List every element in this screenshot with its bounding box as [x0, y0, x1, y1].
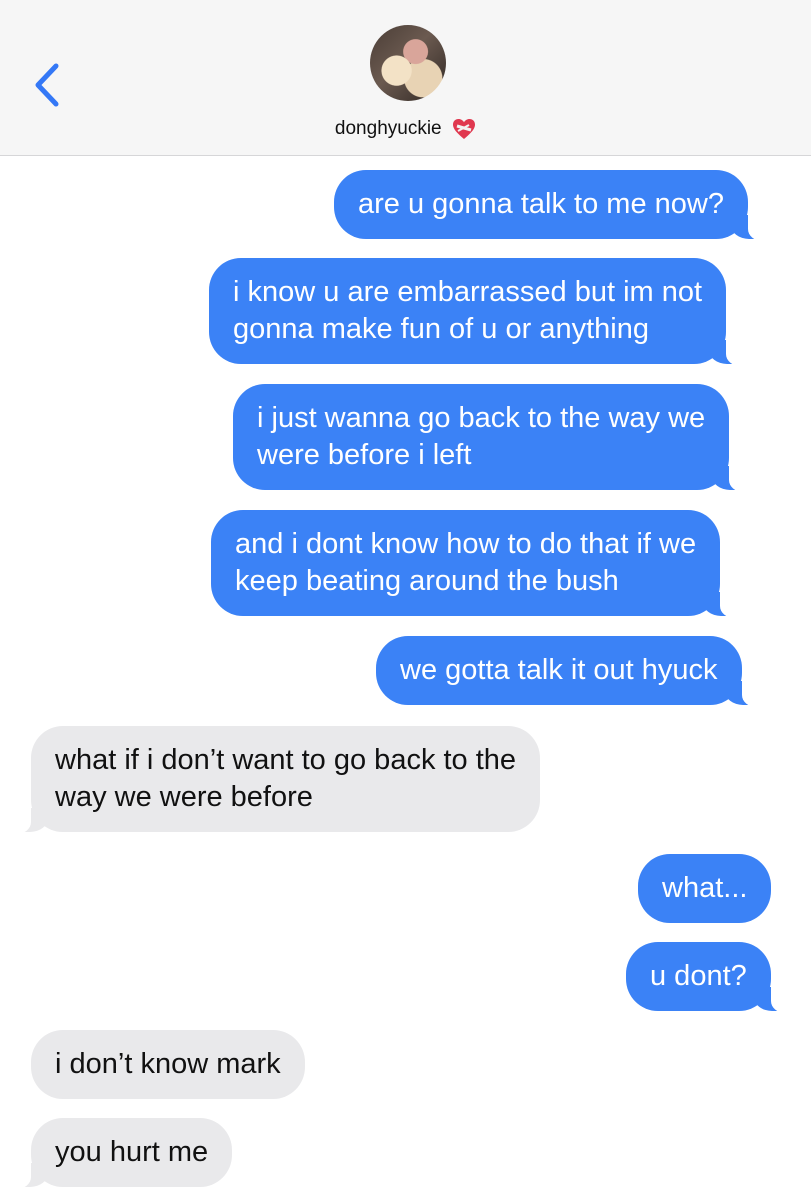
contact-name: donghyuckie: [334, 118, 442, 139]
message-text: and i dont know how to do that if we: [235, 528, 697, 560]
contact-avatar[interactable]: [370, 25, 446, 101]
message-text: u dont?: [650, 960, 747, 992]
message-bubble-sent[interactable]: u dont?: [626, 942, 797, 1013]
message-bubble-sent[interactable]: i just wanna go back to the way we were …: [233, 384, 756, 492]
contact-name-row[interactable]: donghyuckie: [0, 118, 811, 146]
message-text: you hurt me: [55, 1136, 209, 1168]
message-bubble-sent[interactable]: we gotta talk it out hyuck: [376, 636, 768, 707]
message-bubble-received[interactable]: i don’t know mark: [31, 1030, 305, 1099]
message-text: what if i don’t want to go back to the: [55, 744, 517, 776]
message-bubble-sent[interactable]: what...: [638, 854, 772, 923]
message-bubble-received[interactable]: what if i don’t want to go back to the w…: [4, 726, 541, 834]
mending-heart-icon: [453, 119, 476, 139]
message-text: way we were before: [55, 781, 313, 813]
message-bubble-sent[interactable]: and i dont know how to do that if we kee…: [211, 510, 747, 618]
message-text: i don’t know mark: [55, 1048, 281, 1080]
message-text: are u gonna talk to me now?: [358, 188, 724, 220]
message-text: what...: [662, 872, 748, 904]
message-text: gonna make fun of u or anything: [233, 313, 649, 345]
message-text: i know u are embarrassed but im not: [233, 276, 703, 308]
message-text: keep beating around the bush: [235, 565, 619, 597]
message-bubble-sent[interactable]: i know u are embarrassed but im not gonn…: [209, 258, 753, 366]
message-bubble-sent[interactable]: are u gonna talk to me now?: [334, 170, 774, 241]
back-button[interactable]: [30, 62, 66, 108]
chevron-left-icon: [35, 63, 59, 107]
message-bubble-received[interactable]: you hurt me: [4, 1118, 233, 1189]
message-text: we gotta talk it out hyuck: [400, 654, 718, 686]
conversation-header: donghyuckie: [0, 0, 811, 156]
message-text: i just wanna go back to the way we: [257, 402, 706, 434]
message-text: were before i left: [257, 439, 472, 471]
